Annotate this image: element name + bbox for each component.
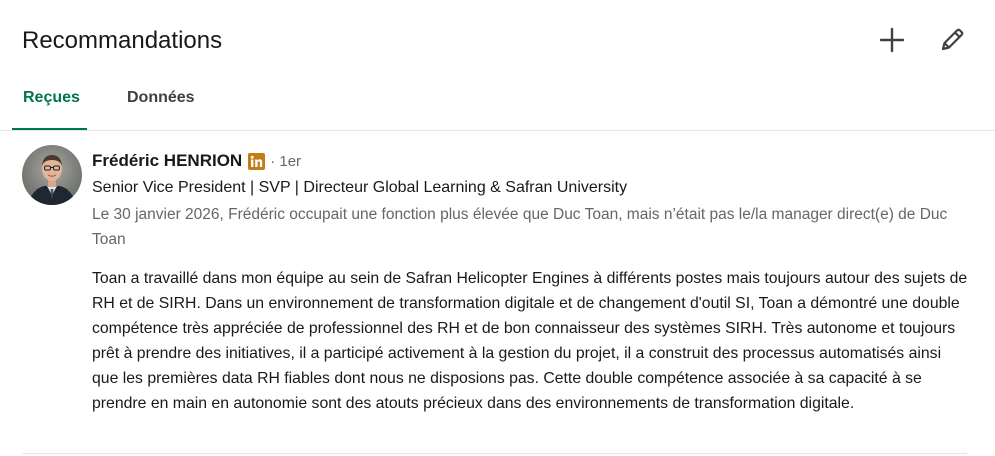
tab-given[interactable]: Données bbox=[116, 80, 206, 128]
section-title: Recommandations bbox=[22, 27, 223, 54]
recommender-name-line: Frédéric HENRION · 1er bbox=[92, 150, 301, 172]
linkedin-icon bbox=[248, 152, 266, 170]
avatar[interactable] bbox=[22, 145, 82, 205]
avatar-image bbox=[22, 145, 82, 205]
pencil-icon bbox=[941, 28, 964, 51]
recommendation-text: Toan a travaillé dans mon équipe au sein… bbox=[92, 270, 968, 412]
edit-recommendations-button[interactable] bbox=[934, 22, 970, 58]
plus-icon bbox=[879, 27, 905, 53]
connection-degree: · 1er bbox=[270, 152, 302, 170]
recommendation-tabs: Reçues Données bbox=[0, 80, 995, 131]
recommender-headline: Senior Vice President | SVP | Directeur … bbox=[92, 179, 628, 196]
section-header: Recommandations bbox=[0, 0, 995, 80]
relationship-context: Le 30 janvier 2026, Frédéric occupait un… bbox=[92, 206, 948, 248]
tab-given-label: Données bbox=[127, 89, 195, 106]
divider bbox=[22, 453, 967, 454]
tab-received[interactable]: Reçues bbox=[12, 80, 87, 130]
recommender-name[interactable]: Frédéric HENRION bbox=[92, 151, 242, 171]
recommendation-item: Frédéric HENRION · 1er Senior Vice Presi… bbox=[0, 131, 995, 456]
add-recommendation-button[interactable] bbox=[874, 22, 910, 58]
tab-received-label: Reçues bbox=[23, 89, 80, 106]
